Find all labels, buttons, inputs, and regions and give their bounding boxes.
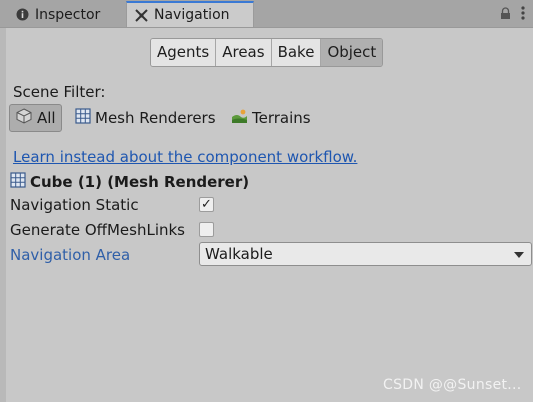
navigation-static-checkbox[interactable]: ✓ <box>199 197 214 212</box>
navigation-mode-toolbar: Agents Areas Bake Object <box>150 38 384 67</box>
watermark-text: CSDN @@Sunset... <box>383 377 522 393</box>
bake-button[interactable]: Bake <box>271 39 322 66</box>
more-menu-icon[interactable] <box>521 6 525 24</box>
chevron-down-icon <box>514 252 524 258</box>
generate-offmeshlinks-checkbox[interactable] <box>199 222 214 237</box>
filter-all-button[interactable]: All <box>9 104 62 132</box>
tab-inspector-label: Inspector <box>35 6 101 23</box>
object-button[interactable]: Object <box>321 39 383 66</box>
object-title-label: Cube (1) (Mesh Renderer) <box>30 173 250 191</box>
mesh-renderer-icon <box>10 172 26 192</box>
navigation-icon <box>135 8 148 22</box>
filter-terrains-button[interactable]: Terrains <box>231 108 311 128</box>
component-workflow-link[interactable]: Learn instead about the component workfl… <box>13 148 357 166</box>
navigation-area-value: Walkable <box>205 245 273 263</box>
navigation-static-label: Navigation Static <box>10 196 139 214</box>
mesh-renderer-icon <box>75 108 91 128</box>
cube-icon <box>16 108 32 128</box>
tab-inspector[interactable]: Inspector <box>8 2 123 27</box>
info-icon <box>16 8 29 21</box>
filter-all-label: All <box>37 109 56 127</box>
tab-navigation-label: Navigation <box>154 7 230 23</box>
agents-button[interactable]: Agents <box>151 39 217 66</box>
object-title: Cube (1) (Mesh Renderer) <box>10 172 249 192</box>
generate-offmeshlinks-label: Generate OffMeshLinks <box>10 221 185 239</box>
navigation-area-dropdown[interactable]: Walkable <box>199 242 532 266</box>
tab-actions <box>500 6 525 24</box>
filter-mesh-renderers-label: Mesh Renderers <box>95 109 216 127</box>
lock-icon[interactable] <box>500 6 511 24</box>
tab-bar: Inspector Navigation <box>0 0 533 28</box>
terrain-icon <box>231 108 248 128</box>
tab-navigation[interactable]: Navigation <box>126 1 254 27</box>
scene-filter-label: Scene Filter: <box>13 83 106 101</box>
navigation-area-label: Navigation Area <box>10 246 131 264</box>
filter-terrains-label: Terrains <box>252 109 311 127</box>
filter-mesh-renderers-button[interactable]: Mesh Renderers <box>75 108 216 128</box>
areas-button[interactable]: Areas <box>216 39 272 66</box>
checkmark-icon: ✓ <box>201 197 212 212</box>
